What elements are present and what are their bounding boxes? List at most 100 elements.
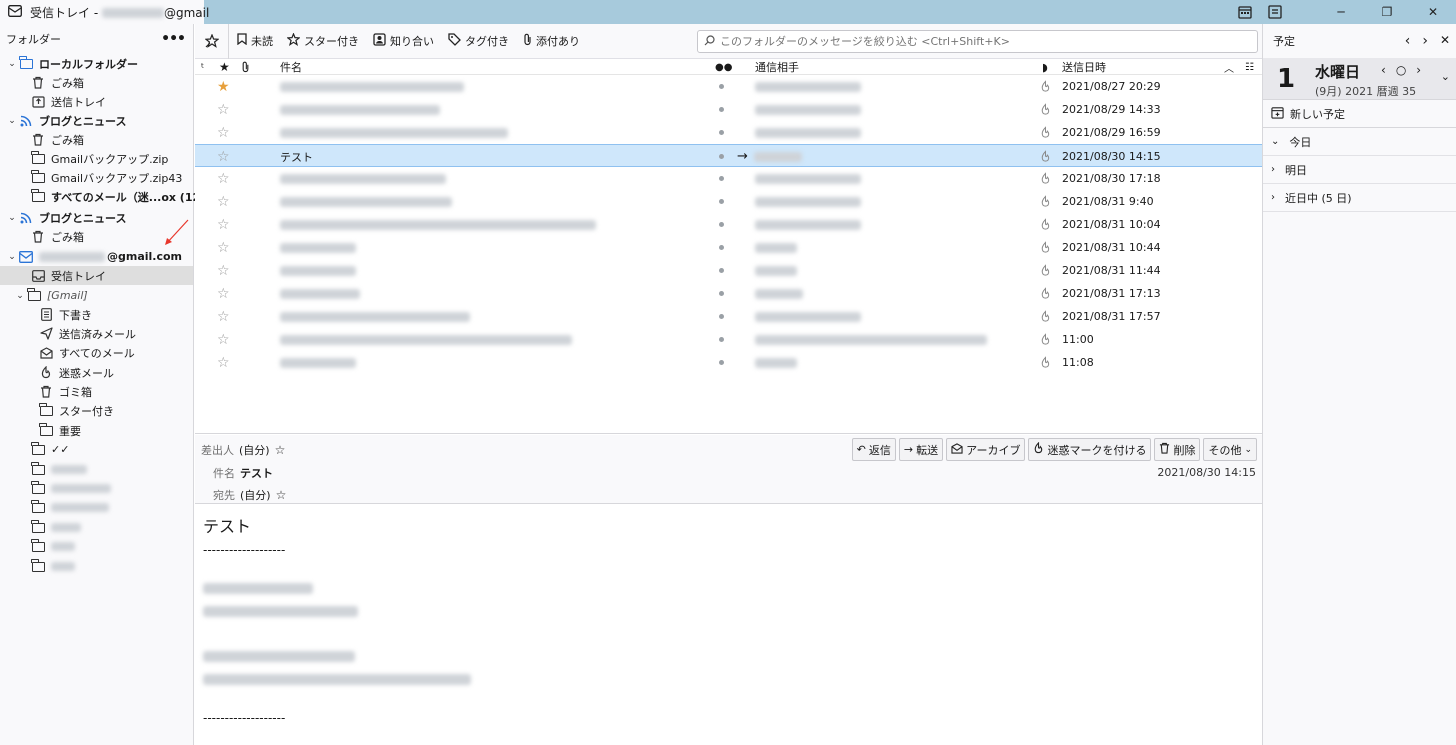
column-date[interactable]: 送信日時: [1062, 59, 1106, 75]
message-filter-input[interactable]: [720, 35, 1240, 48]
folder-redacted[interactable]: [0, 537, 193, 556]
today-circle-icon[interactable]: ○: [1396, 63, 1406, 77]
table-row[interactable]: ☆ 2021/08/29 16:59: [195, 121, 1262, 144]
table-row[interactable]: ☆ 2021/08/31 11:44: [195, 259, 1262, 282]
folder-checkmarks[interactable]: ✓✓: [0, 440, 193, 459]
table-row[interactable]: ☆ 2021/08/31 9:40: [195, 190, 1262, 213]
folder-gmail-system[interactable]: ⌄ [Gmail]: [0, 286, 193, 305]
table-row[interactable]: ☆ テスト → 2021/08/30 14:15: [195, 144, 1262, 167]
star-icon[interactable]: ☆: [275, 443, 286, 457]
chevron-down-icon[interactable]: ⌄: [1441, 70, 1450, 83]
folder-redacted[interactable]: [0, 479, 193, 498]
chevron-right-icon[interactable]: ›: [1422, 33, 1428, 49]
mark-junk-button[interactable]: 迷惑マークを付ける: [1028, 438, 1152, 461]
filter-tags-button[interactable]: タグ付き: [442, 29, 515, 53]
junk-status-icon[interactable]: [1040, 75, 1051, 98]
star-icon[interactable]: ☆: [217, 98, 230, 121]
calendar-icon[interactable]: [1230, 0, 1260, 24]
table-row[interactable]: ☆ 2021/08/31 17:13: [195, 282, 1262, 305]
minimize-button[interactable]: ─: [1318, 0, 1364, 24]
folder-trash[interactable]: ごみ箱: [0, 73, 193, 92]
read-status-dot[interactable]: [719, 351, 724, 374]
read-status-dot[interactable]: [719, 213, 724, 236]
archive-button[interactable]: アーカイブ: [946, 438, 1026, 461]
tasks-icon[interactable]: [1260, 0, 1290, 24]
junk-status-icon[interactable]: [1040, 213, 1051, 236]
star-icon[interactable]: ☆: [217, 282, 230, 305]
folder-redacted[interactable]: [0, 518, 193, 537]
read-status-dot[interactable]: [719, 75, 724, 98]
star-icon[interactable]: ☆: [217, 328, 230, 351]
star-icon[interactable]: ☆: [217, 259, 230, 282]
star-icon[interactable]: ☆: [217, 305, 230, 328]
folder-important[interactable]: 重要: [0, 421, 193, 440]
junk-status-icon[interactable]: [1040, 121, 1051, 144]
star-icon[interactable]: ☆: [217, 351, 230, 374]
table-row[interactable]: ☆ 2021/08/31 10:44: [195, 236, 1262, 259]
table-row[interactable]: ★ 2021/08/27 20:29: [195, 75, 1262, 98]
chevron-down-icon[interactable]: ⌄: [6, 59, 18, 69]
reply-button[interactable]: ↶ 返信: [851, 438, 896, 461]
read-status-dot[interactable]: [719, 190, 724, 213]
read-status-dot[interactable]: [719, 98, 724, 121]
column-subject[interactable]: 件名: [280, 59, 302, 75]
folder-trash[interactable]: ごみ箱: [0, 130, 193, 149]
star-icon[interactable]: ☆: [217, 167, 230, 190]
folder-blog-news[interactable]: ⌄ ブログとニュース: [0, 111, 193, 130]
folder-outbox[interactable]: 送信トレイ: [0, 92, 193, 111]
table-row[interactable]: ☆ 11:00: [195, 328, 1262, 351]
star-icon[interactable]: ☆: [217, 190, 230, 213]
folder-trash-gmail[interactable]: ゴミ箱: [0, 382, 193, 401]
next-day-icon[interactable]: ›: [1416, 63, 1421, 77]
close-button[interactable]: ✕: [1410, 0, 1456, 24]
folder-redacted[interactable]: [0, 557, 193, 576]
folder-inbox[interactable]: 受信トレイ: [0, 266, 193, 285]
sort-ascending-icon[interactable]: ︿: [1224, 59, 1234, 75]
junk-status-icon[interactable]: [1040, 236, 1051, 259]
filter-attachments-button[interactable]: 添付あり: [517, 29, 586, 53]
paperclip-icon[interactable]: [241, 59, 250, 75]
star-icon[interactable]: ☆: [217, 145, 230, 168]
junk-column-icon[interactable]: ◗: [1042, 59, 1048, 75]
table-row[interactable]: ☆ 2021/08/29 14:33: [195, 98, 1262, 121]
forward-button[interactable]: → 転送: [898, 438, 944, 461]
tab-inbox[interactable]: 受信トレイ - @gmail: [0, 0, 209, 24]
folder-junk[interactable]: 迷惑メール: [0, 363, 193, 382]
table-row[interactable]: ☆ 2021/08/31 17:57: [195, 305, 1262, 328]
star-column-icon[interactable]: ★: [219, 59, 230, 75]
junk-status-icon[interactable]: [1040, 305, 1051, 328]
junk-status-icon[interactable]: [1040, 282, 1051, 305]
chevron-left-icon[interactable]: ‹: [1405, 33, 1411, 49]
chevron-down-icon[interactable]: ⌄: [14, 291, 26, 301]
folder-starred[interactable]: スター付き: [0, 401, 193, 420]
message-filter-box[interactable]: [697, 30, 1258, 53]
junk-status-icon[interactable]: [1040, 328, 1051, 351]
new-event-button[interactable]: 新しい予定: [1263, 100, 1456, 128]
junk-status-icon[interactable]: [1040, 167, 1051, 190]
star-icon[interactable]: ☆: [217, 121, 230, 144]
thread-column-icon[interactable]: ᵗ: [201, 59, 204, 75]
folder-redacted[interactable]: [0, 460, 193, 479]
read-status-dot[interactable]: [719, 167, 724, 190]
folder-gmail-backup-zip43[interactable]: Gmailバックアップ.zip43: [0, 168, 193, 187]
delete-button[interactable]: 削除: [1154, 438, 1201, 461]
chevron-down-icon[interactable]: ⌄: [6, 116, 18, 126]
folder-gmail-account[interactable]: ⌄ @gmail.com: [0, 219, 193, 266]
section-tomorrow[interactable]: › 明日: [1263, 156, 1456, 184]
star-icon[interactable]: ☆: [217, 236, 230, 259]
read-status-dot[interactable]: [719, 282, 724, 305]
read-status-dot[interactable]: [719, 328, 724, 351]
filter-starred-button[interactable]: スター付き: [281, 29, 365, 53]
chevron-down-icon[interactable]: ⌄: [6, 213, 18, 223]
junk-status-icon[interactable]: [1040, 259, 1051, 282]
folder-all-mail[interactable]: すべてのメール: [0, 343, 193, 362]
read-status-dot[interactable]: [719, 236, 724, 259]
read-status-dot[interactable]: [719, 121, 724, 144]
filter-contacts-button[interactable]: 知り合い: [367, 29, 440, 53]
previous-day-icon[interactable]: ‹: [1381, 63, 1386, 77]
junk-status-icon[interactable]: [1040, 145, 1051, 168]
read-status-column-icon[interactable]: ●●: [715, 59, 732, 75]
more-options-icon[interactable]: •••: [161, 31, 186, 47]
pin-icon[interactable]: [195, 23, 229, 59]
folder-gmail-backup-zip[interactable]: Gmailバックアップ.zip: [0, 149, 193, 168]
